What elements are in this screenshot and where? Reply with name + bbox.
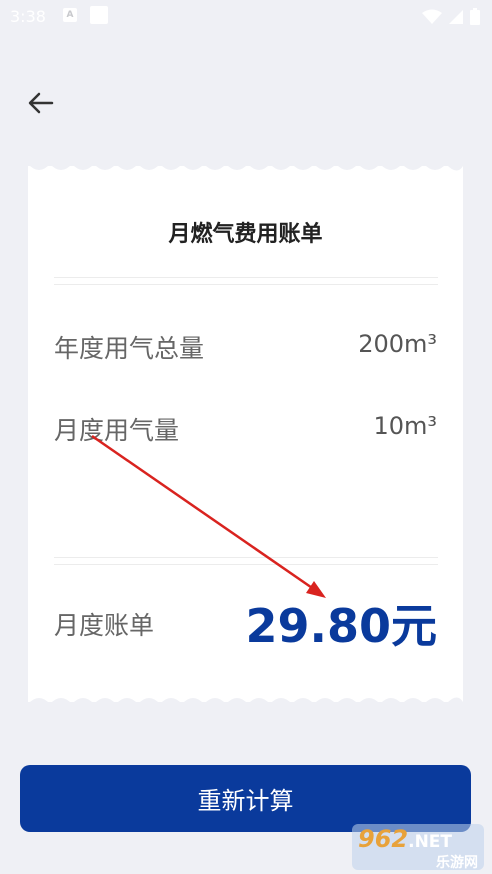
- status-indicators: [422, 8, 480, 25]
- receipt-scalloped-edge-bottom: [28, 697, 463, 704]
- wifi-icon: [422, 9, 442, 24]
- arrow-left-icon: [28, 92, 54, 114]
- receipt-title: 月燃气费用账单: [168, 222, 323, 247]
- divider-top: [54, 277, 438, 285]
- watermark-subtitle: 乐游网: [436, 855, 478, 871]
- receipt-scalloped-edge-top: [28, 164, 463, 171]
- status-bar: 3:38 A: [0, 0, 492, 36]
- monthly-bill-amount: 29.80元: [245, 599, 437, 653]
- annual-usage-value: 200m³: [358, 330, 437, 358]
- watermark-logo: 962.NET 乐游网: [352, 824, 484, 871]
- notification-square-icon: [90, 6, 108, 24]
- bill-receipt-card: 月燃气费用账单 年度用气总量 200m³ 月度用气量 10m³ 月度账单 29.…: [28, 164, 463, 704]
- signal-icon: [449, 9, 463, 24]
- divider-bottom: [54, 557, 438, 565]
- monthly-usage-value: 10m³: [373, 412, 437, 440]
- annual-usage-label: 年度用气总量: [54, 334, 205, 363]
- monthly-bill-label: 月度账单: [54, 611, 155, 640]
- monthly-usage-label: 月度用气量: [54, 416, 180, 445]
- app-notification-icon: A: [63, 8, 77, 22]
- recalculate-button[interactable]: 重新计算: [20, 765, 471, 832]
- back-button[interactable]: [22, 84, 62, 124]
- battery-icon: [470, 8, 480, 25]
- watermark-brand: 962.NET: [358, 825, 453, 853]
- status-time: 3:38: [10, 7, 46, 26]
